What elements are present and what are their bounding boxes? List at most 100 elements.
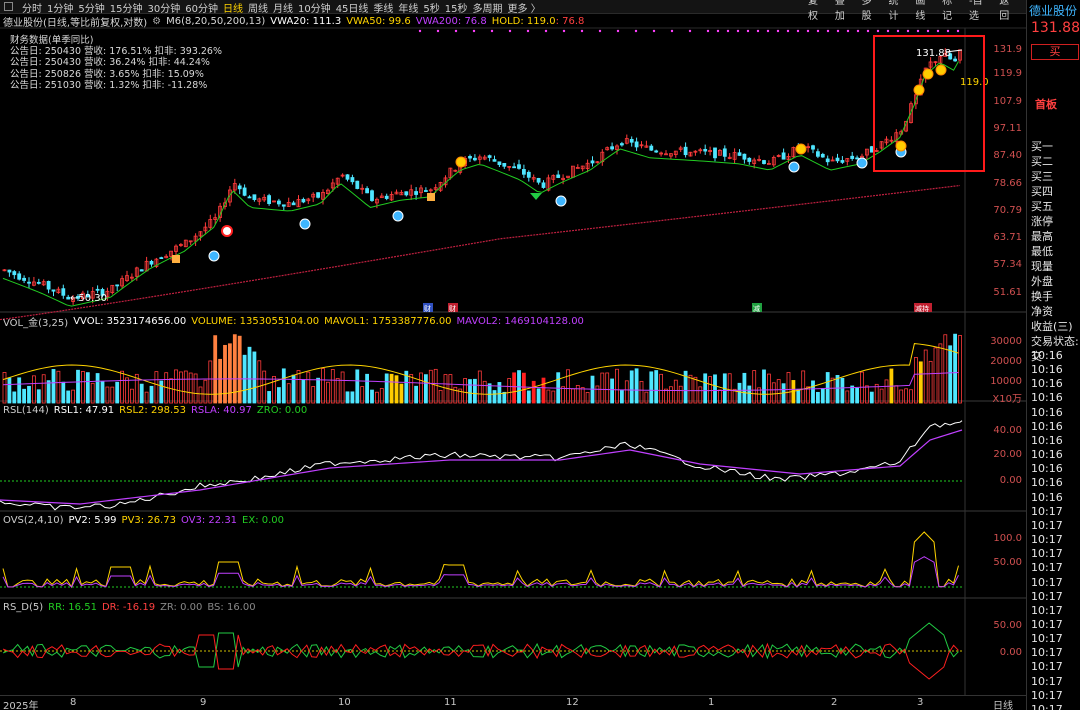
tick-time: 10:16: [1031, 476, 1063, 490]
rsla-line: [0, 429, 963, 505]
candle-body: [46, 281, 51, 290]
candle-body: [51, 289, 56, 292]
pv3-value: PV3: 26.73: [121, 514, 176, 526]
volume-bar: [497, 382, 502, 404]
price-axis-label: 97.11: [993, 123, 1022, 134]
candle-body: [526, 171, 531, 178]
volume-bar: [178, 371, 183, 404]
event-tag-text: 财: [449, 304, 456, 313]
volume-bar: [409, 374, 414, 404]
volume-bar: [330, 369, 335, 404]
signal-top-dot: [436, 29, 440, 33]
quote-row-label: 买三: [1031, 170, 1053, 183]
quote-row-label: 现量: [1031, 260, 1053, 273]
volume-bar: [933, 347, 938, 404]
tick-time: 10:17: [1031, 589, 1063, 603]
signal-top-dot: [526, 29, 530, 33]
zr-value: ZR: 0.00: [160, 601, 203, 613]
volume-bar: [32, 375, 36, 404]
tick-time: 10:16: [1031, 490, 1063, 504]
volume-bar: [340, 371, 345, 404]
tick-time: 10:17: [1031, 660, 1063, 674]
candle-body: [355, 180, 360, 189]
volume-bar: [17, 377, 22, 404]
long-ma-line: [0, 184, 961, 321]
rsl2-value: RSL2: 298.53: [119, 404, 186, 416]
volume-bar: [796, 388, 801, 404]
volume-bar: [820, 388, 825, 404]
ovs-panel-header: OVS(2,4,10) PV2: 5.99 PV3: 26.73 OV3: 22…: [0, 514, 289, 526]
candle-body: [502, 163, 507, 167]
volume-bar: [928, 360, 933, 404]
candle-body: [115, 284, 120, 287]
signal-top-dot: [916, 29, 920, 33]
candle-body: [517, 164, 521, 169]
ovs-indicator-name[interactable]: OVS(2,4,10): [3, 515, 64, 526]
volume-bar: [90, 382, 95, 404]
candle-body: [414, 191, 419, 195]
vol-panel-header: VOL_金(3,25) VVOL: 3523174656.00 VOLUME: …: [0, 314, 589, 329]
volume-bar: [727, 373, 732, 404]
price-axis-label: 63.71: [993, 232, 1022, 243]
signal-top-dot: [926, 29, 930, 33]
volume-bar: [286, 383, 291, 404]
volume-bar: [654, 370, 659, 404]
x-axis-label: 10: [338, 697, 351, 708]
signal-top-dot: [746, 29, 750, 33]
time-axis: 2025年 8 9 10 11 12 1 2 3 日线: [0, 695, 1026, 710]
volume-bar: [575, 385, 580, 404]
vol-indicator-name[interactable]: VOL_金(3,25): [3, 314, 68, 329]
volume-bar: [762, 369, 766, 404]
x-axis-label: 8: [70, 697, 77, 708]
volume-bar: [541, 377, 546, 404]
sub-axis-label: 10000: [990, 376, 1022, 387]
candle-body: [242, 187, 247, 196]
rsl-indicator-name[interactable]: RSL(144): [3, 405, 49, 416]
volume-bar: [61, 381, 66, 404]
volume-bar: [46, 380, 51, 404]
volume-bar: [703, 373, 708, 404]
volume-bar: [345, 391, 350, 404]
quote-row-label: 最低: [1031, 245, 1053, 258]
sub-axis-label: 0.00: [999, 475, 1022, 486]
candle-body: [835, 157, 840, 162]
candle-body: [683, 146, 688, 156]
candle-body: [61, 288, 66, 296]
volume-bar: [193, 373, 198, 404]
signal-dot-blue: [555, 195, 567, 207]
rsd-indicator-name[interactable]: RS_D(5): [3, 602, 43, 613]
volume-bar: [188, 372, 193, 404]
candle-body: [276, 200, 281, 205]
candle-body: [737, 152, 742, 156]
tick-time: 10:17: [1031, 632, 1063, 646]
x-axis-label: 11: [444, 697, 457, 708]
volume-bar: [869, 391, 874, 404]
volume-bar: [321, 368, 325, 404]
tick-time: 10:17: [1031, 617, 1063, 631]
candle-body: [654, 150, 659, 153]
pv3-line: [2, 531, 959, 589]
signal-top-dot: [490, 29, 494, 33]
price-axis-label: 131.9: [993, 44, 1022, 55]
volume-bar: [958, 335, 962, 404]
volume-bar: [159, 380, 164, 404]
sub-axis-label: 50.00: [993, 557, 1022, 568]
candle-body: [159, 257, 164, 260]
volume-bar: [306, 371, 311, 404]
tick-time: 10:17: [1031, 646, 1063, 660]
signal-top-dot: [876, 29, 880, 33]
event-square: [172, 255, 180, 263]
pv2-value: PV2: 5.99: [68, 514, 117, 526]
candle-body: [468, 156, 472, 159]
volume-bar: [884, 379, 889, 404]
volume-bar: [747, 385, 752, 404]
volume-bar: [771, 382, 776, 404]
sub-axis-label: 20000: [990, 356, 1022, 367]
side-price: 131.88: [1031, 20, 1080, 36]
x-axis-label: 2: [831, 697, 838, 708]
price-axis-label: 51.61: [993, 287, 1022, 298]
buy-button[interactable]: 买: [1031, 44, 1079, 60]
candle-body: [742, 153, 747, 160]
side-stock-name[interactable]: 德业股份: [1029, 2, 1077, 19]
volume-bar: [708, 376, 712, 404]
